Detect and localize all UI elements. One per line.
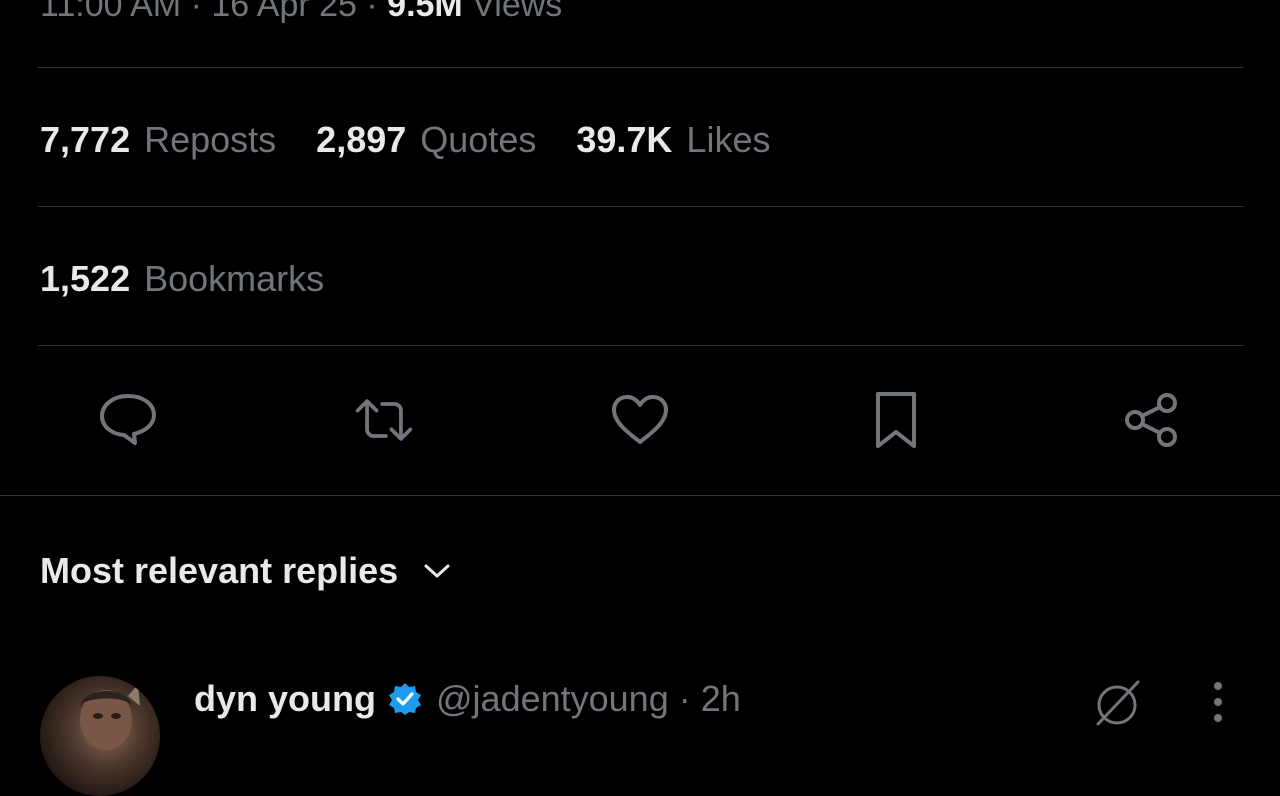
avatar-image	[80, 684, 140, 750]
likes-label: Likes	[686, 119, 771, 160]
reply-icon	[100, 394, 156, 445]
bookmark-button[interactable]	[864, 390, 928, 450]
share-icon	[1125, 393, 1177, 447]
divider	[0, 495, 1280, 496]
bookmarks-count: 1,522	[40, 258, 131, 299]
bookmarks-stat[interactable]: 1,522 Bookmarks	[40, 258, 324, 300]
post-action-bar	[0, 390, 1280, 450]
divider	[38, 345, 1244, 346]
reposts-stat[interactable]: 7,772 Reposts	[40, 119, 276, 161]
post-date: 16 Apr 25	[211, 0, 357, 24]
reply-header: dyn young @jadentyoung · 2h	[194, 678, 741, 720]
chevron-down-icon	[424, 564, 450, 578]
avatar[interactable]	[40, 676, 160, 796]
replies-sort-label: Most relevant replies	[40, 550, 399, 591]
repost-button[interactable]	[352, 390, 416, 450]
reposts-count: 7,772	[40, 119, 131, 160]
like-icon	[612, 395, 668, 444]
quotes-count: 2,897	[316, 119, 407, 160]
quotes-label: Quotes	[420, 119, 537, 160]
bookmarks-stats: 1,522 Bookmarks	[40, 255, 364, 303]
reposts-label: Reposts	[144, 119, 277, 160]
reply-author-handle[interactable]: @jadentyoung	[436, 678, 669, 720]
bookmarks-label: Bookmarks	[144, 258, 325, 299]
repost-icon	[355, 399, 413, 441]
likes-stat[interactable]: 39.7K Likes	[576, 119, 770, 161]
grok-icon	[1096, 680, 1140, 726]
quotes-stat[interactable]: 2,897 Quotes	[316, 119, 536, 161]
verified-badge-icon	[388, 682, 422, 716]
views-label: Views	[472, 0, 563, 24]
post-time: 11:00 AM	[40, 0, 182, 24]
meta-separator: ·	[190, 0, 202, 24]
more-vertical-icon	[1214, 682, 1222, 722]
reply-author-name[interactable]: dyn young	[194, 678, 376, 720]
reply-button[interactable]	[96, 390, 160, 450]
reply-timestamp: · 2h	[678, 678, 741, 719]
like-button[interactable]	[608, 390, 672, 450]
share-button[interactable]	[1120, 390, 1184, 450]
meta-separator: ·	[366, 0, 378, 24]
more-options-button[interactable]	[1208, 680, 1228, 726]
grok-button[interactable]	[1092, 678, 1142, 728]
views-count[interactable]: 9.5M	[387, 0, 463, 24]
reply-item[interactable]: dyn young @jadentyoung · 2h	[0, 660, 1280, 796]
divider	[38, 206, 1244, 207]
post-meta-line: 11:00 AM · 16 Apr 25 · 9.5M Views	[40, 0, 562, 25]
bookmark-icon	[876, 392, 916, 448]
replies-sort-dropdown[interactable]: Most relevant replies	[40, 548, 452, 594]
divider	[38, 67, 1244, 68]
likes-count: 39.7K	[576, 119, 673, 160]
engagement-stats: 7,772 Reposts 2,897 Quotes 39.7K Likes	[40, 116, 810, 164]
